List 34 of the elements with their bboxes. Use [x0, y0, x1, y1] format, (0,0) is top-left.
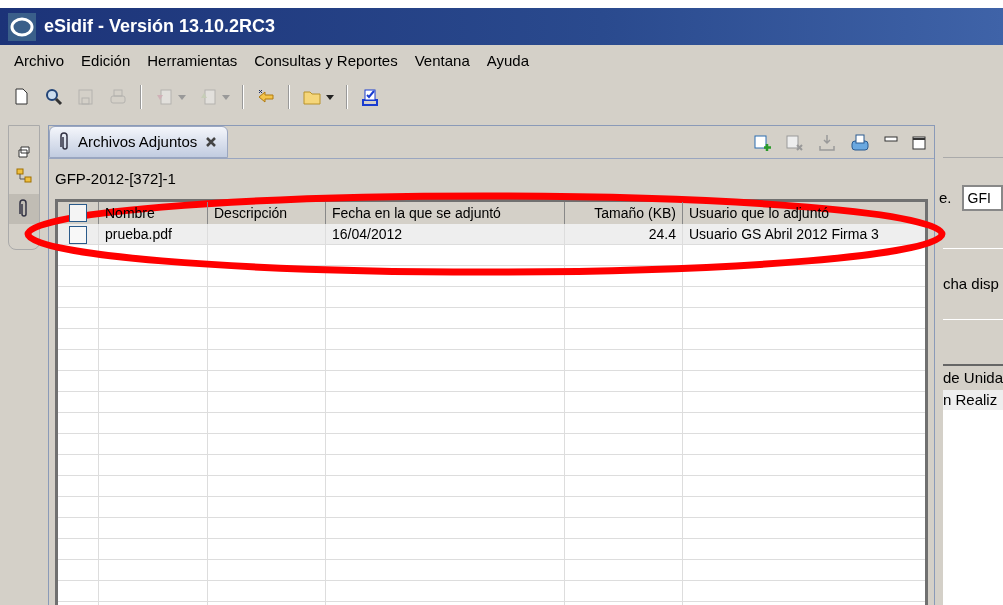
table-cell-text: Usuario GS Abril 2012 Firma 3: [689, 225, 879, 244]
column-header[interactable]: de Unida: [943, 366, 1003, 390]
printer-icon[interactable]: [850, 134, 870, 152]
menu-item[interactable]: Ayuda: [486, 49, 529, 73]
input-field[interactable]: GFI: [961, 185, 1003, 211]
checkbox[interactable]: [69, 204, 87, 222]
menu-item[interactable]: Consultas y Reportes: [254, 49, 398, 73]
menu-item[interactable]: Herramientas: [147, 49, 238, 73]
paperclip-icon[interactable]: [19, 199, 29, 219]
table-cell-text: 16/04/2012: [332, 225, 403, 244]
menu-item[interactable]: Ventana: [414, 49, 470, 73]
menu-item[interactable]: Archivo: [14, 49, 65, 73]
table-cell-text: 24.4: [648, 225, 676, 244]
search-icon[interactable]: [44, 87, 64, 107]
paperclip-icon: [60, 132, 70, 152]
hierarchy-icon[interactable]: [16, 168, 32, 184]
field-label: cha disp: [943, 273, 999, 294]
checklist-icon[interactable]: [360, 87, 380, 107]
app-logo-icon: [8, 12, 36, 41]
table-cell-text: prueba.pdf: [105, 225, 172, 244]
remove-document-icon[interactable]: [786, 134, 804, 152]
tab-label: Archivos Adjuntos: [78, 131, 198, 152]
menu-item[interactable]: Edición: [81, 49, 131, 73]
field-label: e.: [939, 187, 952, 208]
maximize-icon[interactable]: [912, 136, 926, 150]
window-title: eSidif - Versión 13.10.2RC3: [44, 15, 276, 38]
restore-icon[interactable]: [18, 146, 30, 158]
view-tab[interactable]: Archivos Adjuntos: [49, 126, 229, 158]
close-icon[interactable]: [205, 136, 218, 148]
add-document-icon[interactable]: [754, 134, 772, 152]
record-label: GFP-2012-[372]-1: [55, 168, 176, 189]
table-cell-text: n Realiz: [943, 389, 998, 410]
checkbox[interactable]: [69, 225, 87, 244]
caret-icon[interactable]: [326, 94, 334, 100]
